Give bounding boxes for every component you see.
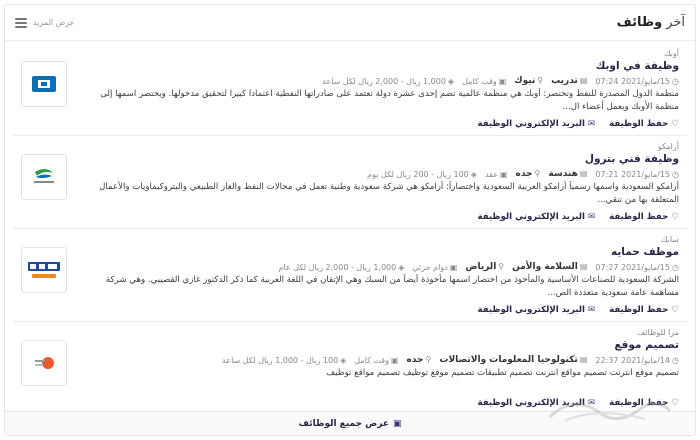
money-icon: ◈ <box>340 355 347 365</box>
email-job-button[interactable]: ✉البريد الإلكتروني الوظيفة <box>477 305 595 315</box>
email-job-button[interactable]: ✉البريد الإلكتروني الوظيفة <box>477 212 595 222</box>
clock-icon: ◷ <box>672 262 679 272</box>
save-job-button[interactable]: ♡حفظ الوظيفة <box>609 212 679 222</box>
job-category[interactable]: تدريب <box>551 76 578 86</box>
heart-icon: ♡ <box>671 212 679 222</box>
job-city[interactable]: جده <box>516 169 533 179</box>
job-meta: ◷15/مايو/2021 07:21 ▤هندسة ⚲جده ▣عقد ◈10… <box>75 167 679 181</box>
location-icon: ⚲ <box>534 169 541 178</box>
email-job-button[interactable]: ✉البريد الإلكتروني الوظيفة <box>477 119 595 129</box>
view-all-label: عرض جميع الوظائف <box>298 418 390 429</box>
watermark-logo <box>548 402 672 422</box>
job-type: دوام جزئي <box>412 262 448 272</box>
briefcase-icon: ▣ <box>393 418 402 429</box>
clock-icon: ◷ <box>672 355 679 365</box>
job-meta: ◷15/مايو/2021 07:24 ▤تدريب ⚲تبوك ▣وقت كا… <box>75 74 679 88</box>
job-category[interactable]: السلامة والأمن <box>512 262 578 272</box>
widget-title: آخر وظائف <box>616 15 685 30</box>
job-date: 15/مايو/2021 07:21 <box>595 169 671 179</box>
job-card[interactable]: أوبك وظيفة في اوبك ◷15/مايو/2021 07:24 ▤… <box>13 43 687 136</box>
job-salary: 100 ريال - 1,000 ريال لكل ساعة <box>222 355 339 365</box>
save-job-button[interactable]: ♡حفظ الوظيفة <box>609 119 679 129</box>
job-title[interactable]: تصميم موقع <box>75 339 679 353</box>
job-date: 14/مايو/2021 22:37 <box>595 355 671 365</box>
aramco-logo-icon <box>34 169 54 183</box>
envelope-icon: ✉ <box>587 212 596 222</box>
job-salary: 1,000 ريال - 2,000 ريال لكل عام <box>278 262 397 272</box>
briefcase-icon: ▣ <box>390 355 399 365</box>
briefcase-icon: ▣ <box>498 76 507 86</box>
job-card[interactable]: سابك موظف حمايه ◷15/مايو/2021 07:27 ▤الس… <box>13 229 687 322</box>
tag-icon: ▤ <box>579 76 588 85</box>
company-logo[interactable] <box>21 247 67 293</box>
job-title[interactable]: موظف حمايه <box>75 246 679 260</box>
sabic-logo-icon <box>28 262 60 278</box>
job-description: الشركة السعودية للصناعات الأساسية والمأخ… <box>105 275 679 298</box>
briefcase-icon: ▣ <box>449 262 458 272</box>
company-logo[interactable] <box>21 154 67 200</box>
job-salary: 1,000 ريال - 2,000 ريال لكل ساعة <box>322 76 446 86</box>
tag-icon: ▤ <box>579 355 588 364</box>
view-more-link[interactable]: عرض المزيد <box>15 17 75 28</box>
briefcase-icon: ▣ <box>499 169 508 179</box>
job-category[interactable]: هندسة <box>548 169 577 179</box>
job-actions: ♡حفظ الوظيفة ✉البريد الإلكتروني الوظيفة <box>477 119 679 129</box>
money-icon: ◈ <box>447 76 455 86</box>
job-description: تصميم موقع انترنت تصميم مواقع انترنت تصم… <box>326 368 679 378</box>
job-title[interactable]: وظيفة فني بترول <box>75 153 679 167</box>
job-type: عقد <box>484 169 498 179</box>
job-meta: ◷15/مايو/2021 07:27 ▤السلامة والأمن ⚲الر… <box>75 260 680 274</box>
tag-icon: ▤ <box>579 262 588 271</box>
company-logo[interactable] <box>21 340 67 386</box>
company-logo-icon <box>35 357 54 369</box>
heart-icon: ♡ <box>671 305 679 315</box>
job-actions: ♡حفظ الوظيفة ✉البريد الإلكتروني الوظيفة <box>477 212 679 222</box>
heart-icon: ♡ <box>671 119 679 129</box>
location-icon: ⚲ <box>498 262 505 271</box>
save-job-button[interactable]: ♡حفظ الوظيفة <box>609 305 679 315</box>
job-title[interactable]: وظيفة في اوبك <box>75 60 679 74</box>
job-type: وقت كامل <box>354 355 389 365</box>
job-city[interactable]: تبوك <box>514 76 535 86</box>
opec-logo-icon <box>32 76 56 92</box>
job-description: منظمة الدول المصدرة للنفط وتختصر: أوبك ه… <box>100 89 679 112</box>
company-name: سابك <box>660 235 679 244</box>
job-meta: ◷14/مايو/2021 22:37 ▤تكنولوجيا المعلومات… <box>75 353 679 367</box>
company-name: أرامكو <box>657 142 679 151</box>
money-icon: ◈ <box>398 262 405 272</box>
job-type: وقت كامل <box>462 76 497 86</box>
widget-header: آخر وظائف عرض المزيد <box>5 5 695 41</box>
job-city[interactable]: جده <box>407 355 424 365</box>
money-icon: ◈ <box>470 169 477 179</box>
job-list: أوبك وظيفة في اوبك ◷15/مايو/2021 07:24 ▤… <box>13 43 687 415</box>
clock-icon: ◷ <box>672 169 679 179</box>
view-more-label: عرض المزيد <box>33 18 75 27</box>
location-icon: ⚲ <box>425 355 432 364</box>
job-city[interactable]: الرياض <box>465 262 496 272</box>
job-date: 15/مايو/2021 07:24 <box>595 76 671 86</box>
location-icon: ⚲ <box>537 76 544 85</box>
envelope-icon: ✉ <box>587 119 596 129</box>
job-date: 15/مايو/2021 07:27 <box>595 262 671 272</box>
jobs-widget: آخر وظائف عرض المزيد أوبك وظيفة في اوبك … <box>4 4 696 436</box>
tag-icon: ▤ <box>579 169 588 178</box>
job-category[interactable]: تكنولوجيا المعلومات والاتصالات <box>439 355 577 365</box>
job-actions: ♡حفظ الوظيفة ✉البريد الإلكتروني الوظيفة <box>477 305 679 315</box>
job-description: أرامكو السعودية واسمها رسمياً أرامكو الع… <box>99 182 679 205</box>
company-name: أوبك <box>663 49 679 58</box>
envelope-icon: ✉ <box>587 305 596 315</box>
company-logo[interactable] <box>21 61 67 107</box>
hamburger-icon <box>15 17 27 28</box>
job-card[interactable]: أرامكو وظيفة فني بترول ◷15/مايو/2021 07:… <box>13 136 687 229</box>
company-name: مزا للوظائف <box>637 328 679 337</box>
clock-icon: ◷ <box>672 76 679 86</box>
job-salary: 100 ريال - 200 ريال لكل يوم <box>367 169 469 179</box>
